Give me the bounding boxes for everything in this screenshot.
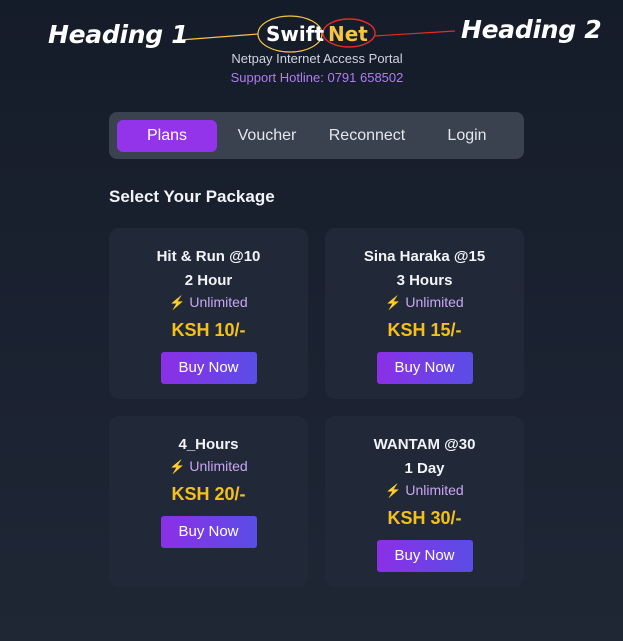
package-data-label: Unlimited (405, 294, 464, 310)
section-title: Select Your Package (109, 187, 275, 206)
package-data-label: Unlimited (189, 294, 248, 310)
package-price: KSH 10/- (171, 320, 246, 340)
package-card: Hit & Run @10 2 Hour ⚡ Unlimited KSH 10/… (109, 228, 308, 399)
brand-name-part-2: Net (328, 22, 368, 46)
brand-logo: Swift Net (258, 18, 376, 50)
portal-subtitle: Netpay Internet Access Portal (231, 51, 403, 66)
package-card: Sina Haraka @15 3 Hours ⚡ Unlimited KSH … (325, 228, 524, 399)
package-data-label: Unlimited (405, 482, 464, 498)
tab-reconnect[interactable]: Reconnect (317, 120, 417, 152)
package-data-allowance: ⚡ Unlimited (109, 294, 308, 311)
package-duration: 3 Hours (396, 272, 453, 289)
package-duration: 2 Hour (184, 272, 233, 289)
lightning-icon: ⚡ (169, 459, 186, 474)
buy-now-button[interactable]: Buy Now (160, 352, 257, 384)
package-price: KSH 15/- (387, 320, 462, 340)
package-name: Sina Haraka @15 (363, 248, 486, 265)
nav-tabs: Plans Voucher Reconnect Login (109, 112, 524, 159)
package-price: KSH 30/- (387, 508, 462, 528)
heading-2-pointer-line (373, 30, 456, 37)
heading-1-annotation: Heading 1 (48, 20, 189, 49)
package-data-allowance: ⚡ Unlimited (325, 482, 524, 499)
support-hotline: Support Hotline: 0791 658502 (230, 70, 404, 85)
package-price: KSH 20/- (171, 484, 246, 504)
brand-name-part-1: Swift (266, 22, 324, 46)
heading-1-pointer-line (179, 33, 259, 41)
package-data-allowance: ⚡ Unlimited (325, 294, 524, 311)
package-name: WANTAM @30 (373, 436, 476, 453)
buy-now-button[interactable]: Buy Now (160, 516, 257, 548)
buy-now-button[interactable]: Buy Now (376, 540, 473, 572)
package-data-label: Unlimited (189, 458, 248, 474)
buy-now-button[interactable]: Buy Now (376, 352, 473, 384)
lightning-icon: ⚡ (169, 295, 186, 310)
package-card: 4_Hours ⚡ Unlimited KSH 20/- Buy Now (109, 416, 308, 587)
package-duration: 1 Day (404, 460, 445, 477)
package-data-allowance: ⚡ Unlimited (109, 458, 308, 475)
heading-2-annotation: Heading 2 (461, 15, 602, 44)
package-name: Hit & Run @10 (156, 248, 261, 265)
tab-login[interactable]: Login (417, 120, 517, 152)
package-name: 4_Hours (178, 436, 239, 453)
tab-voucher[interactable]: Voucher (217, 120, 317, 152)
tab-plans[interactable]: Plans (117, 120, 217, 152)
lightning-icon: ⚡ (385, 483, 402, 498)
package-card: WANTAM @30 1 Day ⚡ Unlimited KSH 30/- Bu… (325, 416, 524, 587)
lightning-icon: ⚡ (385, 295, 402, 310)
